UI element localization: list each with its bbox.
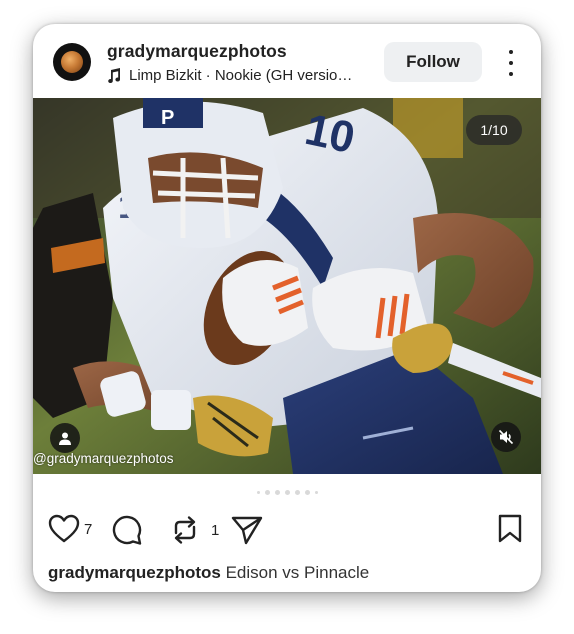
carousel-dot (256, 491, 260, 494)
like-button[interactable]: 7 (48, 514, 92, 544)
carousel-dot (294, 490, 300, 495)
repost-button[interactable]: 1 (169, 514, 219, 546)
carousel-dot (304, 490, 310, 495)
comment-icon (112, 515, 142, 545)
carousel-dots (33, 490, 541, 495)
avatar[interactable] (53, 43, 91, 81)
bookmark-button[interactable] (497, 514, 523, 544)
photo-watermark: @gradymarquezphotos (33, 451, 174, 466)
like-count: 7 (84, 520, 93, 538)
svg-text:10: 10 (301, 105, 359, 163)
action-bar: 7 1 (48, 514, 528, 548)
heart-icon (48, 514, 80, 543)
post-card: gradymarquezphotos Limp Bizkit · Nookie … (33, 24, 541, 592)
caption-username[interactable]: gradymarquezphotos (48, 563, 221, 582)
svg-text:P: P (161, 107, 174, 129)
carousel-dot (264, 490, 270, 495)
carousel-dot (284, 490, 290, 495)
bookmark-icon (498, 514, 522, 543)
avatar-image (61, 51, 83, 73)
carousel-dot (314, 491, 318, 494)
repost-icon (174, 516, 196, 544)
music-info[interactable]: Limp Bizkit · Nookie (GH versio… (107, 67, 352, 84)
image-counter: 1/10 (466, 115, 522, 145)
post-username[interactable]: gradymarquezphotos (107, 41, 287, 62)
music-title: Limp Bizkit · Nookie (GH versio… (129, 67, 353, 84)
caption-text: Edison vs Pinnacle (225, 563, 370, 582)
share-icon (231, 516, 263, 545)
share-button[interactable] (230, 514, 264, 546)
football-photo: 10 10 P (33, 98, 541, 474)
post-caption: gradymarquezphotos Edison vs Pinnacle (48, 563, 369, 583)
comment-button[interactable] (111, 514, 143, 546)
post-photo[interactable]: 10 10 P 1/ (33, 98, 541, 474)
repost-count: 1 (211, 521, 220, 539)
user-tag-icon[interactable] (50, 423, 80, 453)
music-note-icon (108, 67, 121, 83)
more-icon[interactable] (499, 50, 523, 76)
mute-icon[interactable] (491, 422, 521, 452)
carousel-dot (274, 490, 280, 495)
follow-button[interactable]: Follow (384, 42, 482, 82)
